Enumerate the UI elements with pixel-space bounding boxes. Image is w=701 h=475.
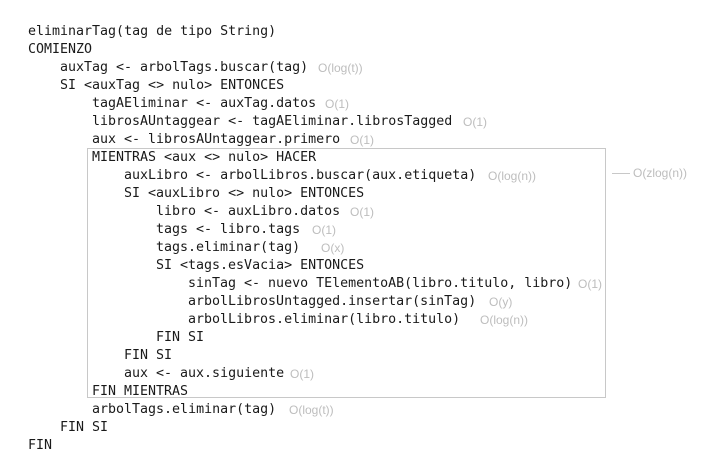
complexity-annotation: O(1) [290,367,314,381]
code-line: libro <- auxLibro.datos [156,204,341,219]
complexity-annotation: O(1) [350,133,374,147]
complexity-annotation: O(1) [463,115,487,129]
complexity-annotation: O(log(n)) [488,169,537,183]
complexity-annotation: O(log(n)) [480,313,529,327]
complexity-annotation: O(1) [325,97,349,111]
code-line: eliminarTag(tag de tipo String) [28,24,277,39]
code-line: MIENTRAS <aux <> nulo> HACER [92,150,317,165]
complexity-annotation: O(1) [350,205,374,219]
code-line: FIN SI [60,420,109,435]
complexity-annotation: O(1) [312,223,336,237]
complexity-annotation: O(log(t)) [318,61,363,75]
complexity-annotation: O(1) [578,277,602,291]
code-line: auxLibro <- arbolLibros.buscar(aux.etiqu… [124,168,477,183]
pseudocode-figure: O(zlog(n)) eliminarTag(tag de tipo Strin… [0,0,701,475]
code-line: aux <- aux.siguiente [124,366,285,381]
code-line: FIN SI [156,330,205,345]
code-line: arbolLibros.eliminar(libro.titulo) [188,312,461,327]
code-line: FIN MIENTRAS [92,384,189,399]
code-line: arbolTags.eliminar(tag) [92,402,277,417]
loop-complexity-annotation: O(zlog(n)) [633,166,688,180]
code-line: librosAUntaggear <- tagAEliminar.librosT… [92,114,453,129]
loop-complexity-connector [612,173,630,174]
code-line: SI <auxTag <> nulo> ENTONCES [60,78,285,93]
complexity-annotation: O(x) [321,241,345,255]
code-line: tags <- libro.tags [156,222,301,237]
code-line: SI <tags.esVacia> ENTONCES [156,258,365,273]
code-line: sinTag <- nuevo TElementoAB(libro.titulo… [188,276,573,291]
code-line: auxTag <- arbolTags.buscar(tag) [60,60,309,75]
code-line: COMIENZO [28,42,93,57]
code-line: tags.eliminar(tag) [156,240,301,255]
complexity-annotation: O(log(t)) [289,403,334,417]
complexity-annotation: O(y) [489,295,513,309]
code-line: aux <- librosAUntaggear.primero [92,132,341,147]
code-line: FIN [28,438,53,453]
code-line: FIN SI [124,348,173,363]
code-line: arbolLibrosUntagged.insertar(sinTag) [188,294,477,309]
code-line: SI <auxLibro <> nulo> ENTONCES [124,186,365,201]
code-line: tagAEliminar <- auxTag.datos [92,96,317,111]
